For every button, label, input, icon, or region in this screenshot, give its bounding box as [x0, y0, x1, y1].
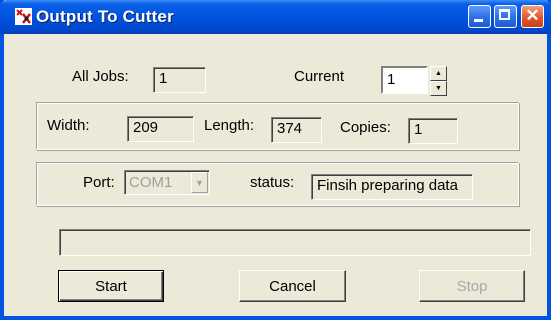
width-label: Width:	[47, 117, 90, 134]
close-icon: ✕	[525, 6, 540, 25]
chevron-down-icon[interactable]: ▼	[191, 172, 208, 193]
minimize-button[interactable]	[468, 5, 491, 28]
maximize-icon	[499, 9, 510, 20]
progress-bar	[59, 229, 531, 256]
cutter-app-icon	[15, 8, 32, 25]
status-field: Finsih preparing data	[311, 174, 473, 200]
port-select[interactable]: COM1 ▼	[124, 170, 210, 195]
length-label: Length:	[204, 117, 255, 134]
spin-down-button[interactable]: ▼	[430, 81, 447, 96]
length-field: 374	[271, 117, 322, 143]
start-button[interactable]: Start	[58, 270, 164, 302]
spin-up-button[interactable]: ▲	[430, 66, 447, 81]
port-select-value: COM1	[129, 174, 173, 191]
title-bar[interactable]: Output To Cutter ✕	[0, 0, 551, 34]
status-label: status:	[250, 174, 295, 191]
spin-down-icon: ▼	[435, 85, 442, 92]
output-to-cutter-window: Output To Cutter ✕ All Jobs: 1 Current 1…	[0, 0, 551, 320]
width-field: 209	[127, 116, 194, 142]
all-jobs-label: All Jobs:	[72, 68, 129, 85]
all-jobs-field: 1	[153, 67, 206, 93]
window-title: Output To Cutter	[36, 7, 174, 26]
current-job-input[interactable]: 1	[381, 66, 428, 94]
copies-label: Copies:	[340, 119, 391, 136]
copies-field: 1	[408, 118, 458, 144]
maximize-button[interactable]	[494, 5, 517, 28]
minimize-icon	[474, 19, 483, 22]
close-button[interactable]: ✕	[521, 5, 544, 28]
current-label: Current	[294, 68, 345, 85]
port-label: Port:	[83, 174, 115, 191]
cancel-button[interactable]: Cancel	[239, 270, 346, 302]
stop-button[interactable]: Stop	[419, 270, 525, 302]
spin-up-icon: ▲	[435, 70, 442, 77]
